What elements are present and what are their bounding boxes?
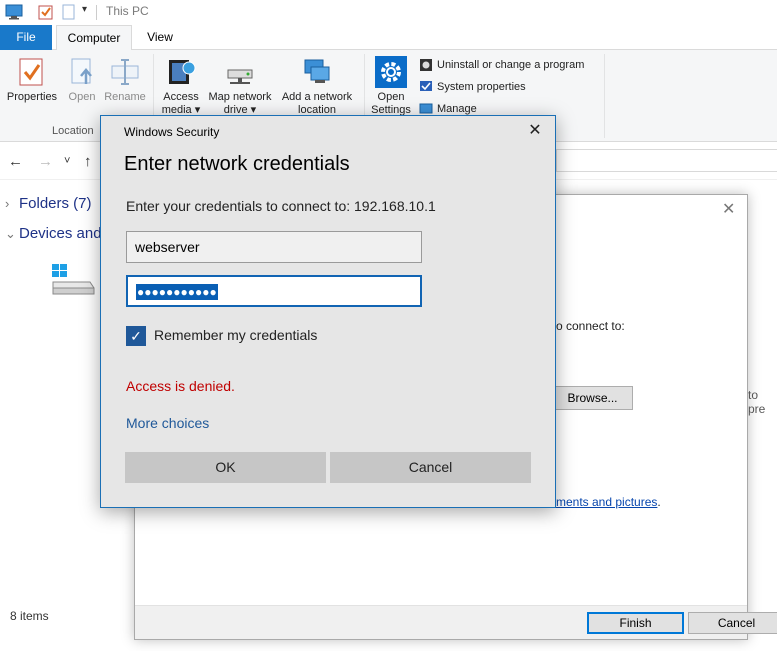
credentials-prompt: Enter your credentials to connect to: 19… — [126, 198, 436, 214]
browse-button[interactable]: Browse... — [552, 386, 633, 410]
up-button[interactable]: ↑ — [84, 153, 92, 170]
item-count-status: 8 items — [10, 609, 49, 623]
gear-icon — [375, 56, 407, 88]
devices-group-header[interactable]: ⌄ Devices and — [5, 225, 102, 242]
system-properties-label: System properties — [437, 81, 526, 93]
network-drive-icon — [224, 56, 256, 88]
this-pc-icon — [5, 4, 23, 23]
open-button[interactable]: Open — [64, 56, 100, 104]
folders-group-label: Folders (7) — [19, 195, 92, 212]
wizard-footer: Finish Cancel — [135, 605, 777, 639]
map-network-drive-button[interactable]: Map network drive ▾ — [204, 56, 276, 117]
system-properties-icon — [419, 80, 433, 94]
username-field[interactable]: webserver — [126, 231, 422, 263]
add-location-label-1: Add a network — [281, 91, 353, 103]
ribbon-tabs: File Computer View — [0, 25, 777, 51]
properties-label: Properties — [6, 91, 58, 103]
chevron-down-icon: ⌄ — [5, 226, 16, 241]
address-bar[interactable] — [556, 149, 777, 172]
back-button[interactable]: ← — [8, 153, 23, 170]
chevron-right-icon: › — [5, 196, 10, 211]
open-settings-label-1: Open — [377, 91, 405, 103]
wizard-link-period: . — [657, 495, 661, 509]
devices-group-label: Devices and — [19, 225, 102, 242]
properties-button[interactable]: Properties — [4, 56, 60, 104]
folders-group-header[interactable]: › Folders (7) — [5, 195, 92, 212]
map-drive-label-1: Map network — [208, 91, 272, 103]
uninstall-program-button[interactable]: Uninstall or change a program — [419, 57, 584, 77]
password-mask: ●●●●●●●●●●● — [136, 284, 218, 300]
tab-computer[interactable]: Computer — [56, 25, 132, 51]
rename-label: Rename — [104, 91, 146, 103]
manage-icon — [419, 102, 433, 116]
remember-checkbox[interactable]: ✓ — [126, 326, 146, 346]
wizard-close-icon[interactable]: ✕ — [722, 199, 735, 219]
group-separator — [604, 54, 605, 138]
network-location-icon — [301, 56, 333, 88]
cancel-button[interactable]: Cancel — [330, 452, 531, 483]
wizard-link-wrap: ments and pictures. — [556, 495, 661, 509]
ok-button[interactable]: OK — [125, 452, 326, 483]
access-media-label-1: Access — [163, 91, 199, 103]
dialog-caption: Windows Security — [124, 125, 220, 139]
more-choices-link[interactable]: More choices — [126, 415, 209, 431]
title-bar: ▾ This PC — [0, 0, 777, 25]
uninstall-label: Uninstall or change a program — [437, 59, 585, 71]
clipped-text: to pre — [748, 388, 766, 416]
customize-qat-dropdown[interactable]: ▾ — [82, 4, 87, 15]
error-message: Access is denied. — [126, 378, 235, 394]
wizard-link[interactable]: ments and pictures — [556, 495, 657, 509]
new-folder-qat-icon[interactable] — [62, 4, 76, 23]
forward-button[interactable]: → — [38, 153, 53, 170]
tab-view[interactable]: View — [138, 25, 182, 50]
open-label: Open — [68, 91, 96, 103]
manage-label: Manage — [437, 103, 477, 115]
rename-icon — [109, 56, 141, 88]
wizard-cancel-button[interactable]: Cancel — [688, 612, 777, 634]
properties-qat-icon[interactable] — [38, 4, 54, 23]
tab-file[interactable]: File — [0, 25, 52, 50]
open-icon — [66, 56, 98, 88]
recent-locations-button[interactable]: ˅ — [64, 155, 70, 167]
local-disk-icon[interactable] — [50, 262, 96, 301]
finish-button[interactable]: Finish — [587, 612, 684, 634]
title-separator — [96, 5, 97, 20]
uninstall-icon — [419, 58, 433, 72]
wizard-connect-text: o connect to: — [556, 319, 625, 333]
system-properties-button[interactable]: System properties — [419, 79, 526, 99]
open-settings-button[interactable]: Open Settings — [368, 56, 414, 117]
dialog-heading: Enter network credentials — [124, 153, 350, 175]
access-media-button[interactable]: Access media ▾ — [160, 56, 202, 117]
location-group-label: Location — [52, 125, 94, 137]
remember-label[interactable]: Remember my credentials — [154, 327, 317, 343]
add-network-location-button[interactable]: Add a network location — [278, 56, 356, 117]
rename-button[interactable]: Rename — [102, 56, 148, 104]
properties-icon — [16, 56, 48, 88]
dialog-close-icon[interactable]: ✕ — [525, 121, 545, 141]
password-field[interactable]: ●●●●●●●●●●● — [126, 275, 422, 307]
windows-security-dialog: Windows Security ✕ Enter network credent… — [100, 115, 556, 508]
window-title: This PC — [106, 4, 149, 18]
media-icon — [165, 56, 197, 88]
